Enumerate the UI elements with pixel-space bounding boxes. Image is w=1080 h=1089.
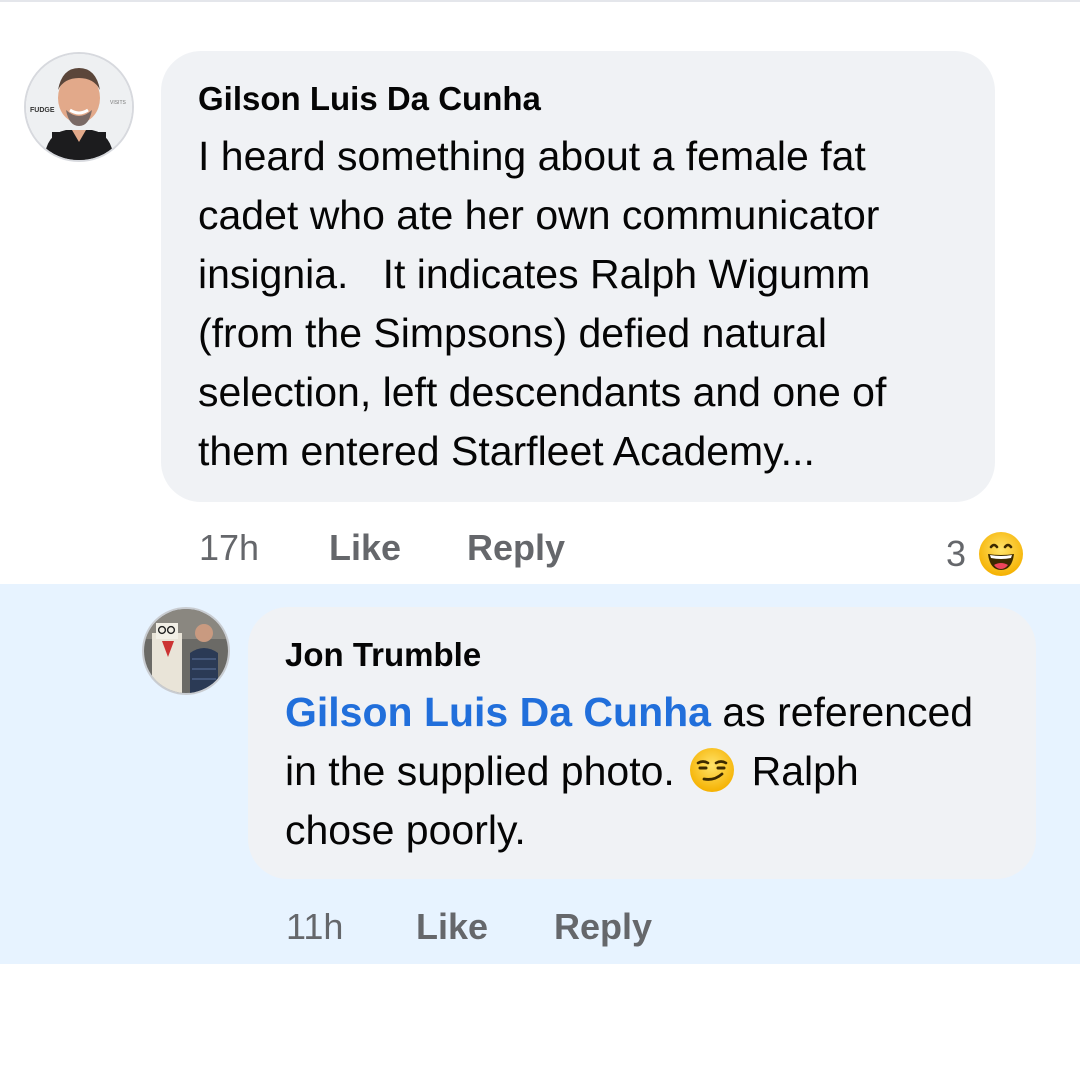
reply-body-text: in the supplied photo. [285,748,687,794]
reply-body-text: Ralph [740,748,859,794]
reply-button-label: Reply [467,527,566,568]
reply-timestamp[interactable]: 11h [286,906,343,948]
reply-author[interactable]: Jon Trumble [285,636,481,674]
reaction-summary[interactable]: 3 [946,531,1024,577]
comments-thread: FUDGE VISITS Gilson Luis Da Cunha I hear… [0,0,1080,1089]
comment-body-line: (from the Simpsons) defied natural [198,310,827,356]
like-button-label: Like [329,527,402,568]
mention-link[interactable]: Gilson Luis Da Cunha [285,689,711,735]
reply-reply-label: Reply [554,906,653,947]
reply-body-line-3: chose poorly. [285,807,526,853]
comment-body-line: cadet who ate her own communicator [198,192,880,238]
comment-timestamp[interactable]: 17h [199,527,259,569]
laughing-face-icon [979,532,1024,576]
reply-body: Gilson Luis Da Cunha as referenced in th… [285,683,1025,860]
avatar-sign-left: FUDGE [30,107,55,114]
top-divider [0,0,1080,2]
reply-avatar-photo [144,609,228,693]
reply-like-label: Like [416,906,489,947]
comment-author[interactable]: Gilson Luis Da Cunha [198,80,541,118]
avatar-photo: FUDGE VISITS [26,54,132,160]
avatar[interactable]: FUDGE VISITS [24,52,134,162]
like-button[interactable]: Like [329,527,401,569]
reply-button[interactable]: Reply [467,527,565,569]
reply-body-line-1: Gilson Luis Da Cunha as referenced [285,683,1025,742]
reply-like-button[interactable]: Like [416,906,488,948]
comment-body-line: I heard something about a female fat [198,133,866,179]
comment-body-line: them entered Starfleet Academy... [198,428,815,474]
comment-body-line: selection, left descendants and one of [198,369,887,415]
reply-reply-button[interactable]: Reply [554,906,652,948]
reply-body-text: as referenced [710,689,974,735]
reply-body-line-2: in the supplied photo. Ralph [285,742,1025,801]
comment-body-line: insignia. It indicates Ralph Wigumm [198,251,871,297]
reply-avatar[interactable] [142,607,230,695]
avatar-sign-right: VISITS [110,100,127,106]
reaction-count: 3 [946,533,967,574]
smirking-face-icon [690,748,735,792]
comment-body: I heard something about a female fat cad… [198,127,978,481]
